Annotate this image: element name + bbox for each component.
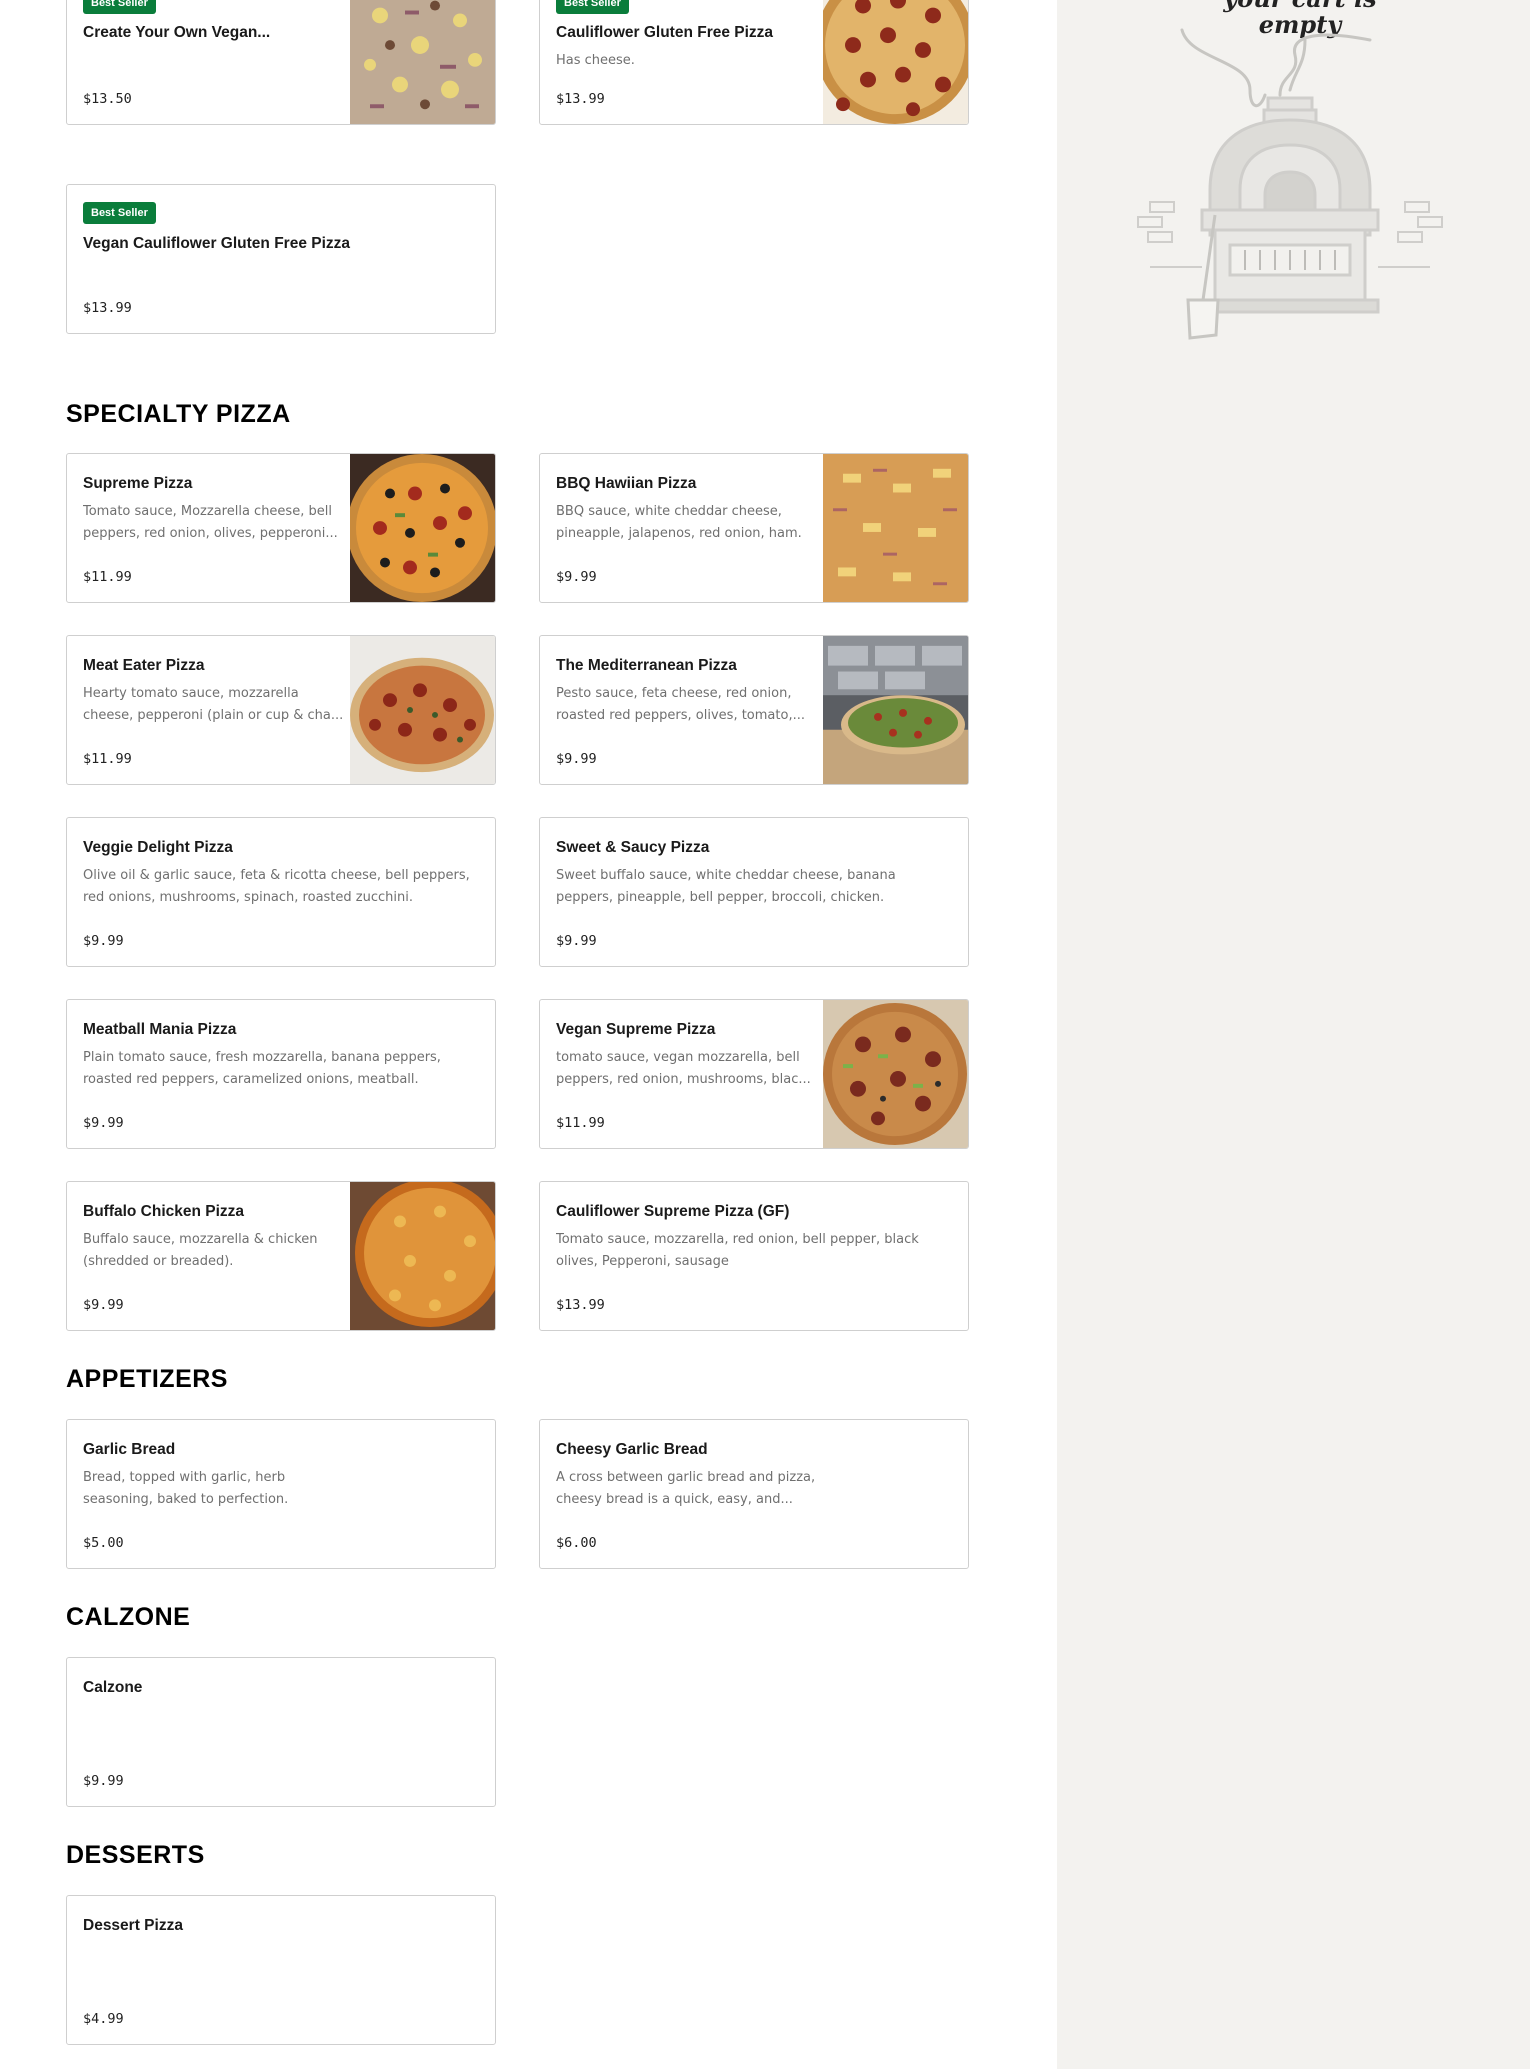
item-price: $5.00: [83, 1535, 124, 1551]
menu-item-card[interactable]: BBQ Hawiian Pizza BBQ sauce, white chedd…: [539, 453, 969, 603]
item-description: Plain tomato sauce, fresh mozzarella, ba…: [83, 1050, 441, 1087]
menu-item-card[interactable]: Cheesy Garlic Bread A cross between garl…: [539, 1419, 969, 1569]
item-name: The Mediterranean Pizza: [556, 657, 737, 674]
item-description: Hearty tomato sauce, mozzarella cheese, …: [83, 686, 344, 723]
menu-item-card[interactable]: Garlic Bread Bread, topped with garlic, …: [66, 1419, 496, 1569]
menu-item-card[interactable]: Veggie Delight Pizza Olive oil & garlic …: [66, 817, 496, 967]
menu-item-card[interactable]: Meatball Mania Pizza Plain tomato sauce,…: [66, 999, 496, 1149]
best-seller-badge: Best Seller: [83, 202, 156, 224]
menu-item-card[interactable]: Best Seller Create Your Own Vegan... $13…: [66, 0, 496, 125]
pizza-photo: [350, 454, 495, 602]
item-description: tomato sauce, vegan mozzarella, bell pep…: [556, 1050, 811, 1087]
menu-item-card[interactable]: Meat Eater Pizza Hearty tomato sauce, mo…: [66, 635, 496, 785]
item-price: $9.99: [556, 751, 597, 767]
item-price: $6.00: [556, 1535, 597, 1551]
menu-item-card[interactable]: Vegan Supreme Pizza tomato sauce, vegan …: [539, 999, 969, 1149]
menu-item-card[interactable]: Calzone $9.99: [66, 1657, 496, 1807]
pizza-photo: [823, 636, 968, 784]
best-seller-badge: Best Seller: [83, 0, 156, 14]
section-title-specialty-pizza: SPECIALTY PIZZA: [66, 400, 291, 428]
item-name: Buffalo Chicken Pizza: [83, 1203, 245, 1220]
item-description: Tomato sauce, Mozzarella cheese, bell pe…: [83, 504, 338, 541]
menu-item-card[interactable]: Buffalo Chicken Pizza Buffalo sauce, moz…: [66, 1181, 496, 1331]
item-price: $9.99: [83, 1773, 124, 1789]
section-title-desserts: DESSERTS: [66, 1841, 205, 1869]
item-name: BBQ Hawiian Pizza: [556, 475, 697, 492]
item-price: $11.99: [556, 1115, 605, 1131]
item-name: Meatball Mania Pizza: [83, 1021, 237, 1038]
item-description: Has cheese.: [556, 53, 635, 68]
item-name: Meat Eater Pizza: [83, 657, 205, 674]
item-price: $13.99: [556, 91, 605, 107]
item-price: $9.99: [83, 1297, 124, 1313]
item-name: Sweet & Saucy Pizza: [556, 839, 710, 856]
item-name: Supreme Pizza: [83, 475, 193, 492]
pizza-photo: [350, 636, 495, 784]
item-description: Olive oil & garlic sauce, feta & ricotta…: [83, 868, 470, 905]
item-price: $11.99: [83, 751, 132, 767]
item-description: BBQ sauce, white cheddar cheese, pineapp…: [556, 504, 802, 541]
pizza-photo: [350, 1182, 495, 1330]
item-name: Vegan Cauliflower Gluten Free Pizza: [83, 235, 351, 252]
item-name: Vegan Supreme Pizza: [556, 1021, 716, 1038]
item-description: Pesto sauce, feta cheese, red onion, roa…: [556, 686, 805, 723]
item-name: Create Your Own Vegan...: [83, 24, 271, 41]
item-description: A cross between garlic bread and pizza, …: [556, 1470, 816, 1507]
pizza-photo: [823, 1000, 968, 1148]
item-name: Veggie Delight Pizza: [83, 839, 233, 856]
section-title-appetizers: APPETIZERS: [66, 1365, 228, 1393]
menu-item-card[interactable]: Supreme Pizza Tomato sauce, Mozzarella c…: [66, 453, 496, 603]
item-price: $4.99: [83, 2011, 124, 2027]
best-seller-badge: Best Seller: [556, 0, 629, 14]
menu-column: Best Seller Create Your Own Vegan... $13…: [0, 0, 1057, 2069]
pizza-oven-illustration: [1137, 28, 1443, 340]
item-description: Sweet buffalo sauce, white cheddar chees…: [556, 868, 896, 905]
item-name: Cheesy Garlic Bread: [556, 1441, 708, 1458]
menu-item-card[interactable]: Best Seller Cauliflower Gluten Free Pizz…: [539, 0, 969, 125]
item-price: $9.99: [556, 933, 597, 949]
item-price: $9.99: [556, 569, 597, 585]
item-price: $11.99: [83, 569, 132, 585]
item-description: Tomato sauce, mozzarella, red onion, bel…: [556, 1232, 919, 1269]
section-title-calzone: CALZONE: [66, 1603, 191, 1631]
menu-item-card[interactable]: Dessert Pizza $4.99: [66, 1895, 496, 2045]
item-name: Cauliflower Gluten Free Pizza: [556, 24, 774, 41]
item-description: Bread, topped with garlic, herb seasonin…: [83, 1470, 289, 1507]
item-name: Calzone: [83, 1679, 143, 1696]
menu-item-card[interactable]: Sweet & Saucy Pizza Sweet buffalo sauce,…: [539, 817, 969, 967]
menu-item-card[interactable]: Cauliflower Supreme Pizza (GF) Tomato sa…: [539, 1181, 969, 1331]
item-name: Cauliflower Supreme Pizza (GF): [556, 1203, 790, 1220]
pizza-photo: [823, 0, 968, 124]
item-price: $9.99: [83, 933, 124, 949]
item-description: Buffalo sauce, mozzarella & chicken (shr…: [83, 1232, 318, 1269]
item-price: $9.99: [83, 1115, 124, 1131]
menu-item-card[interactable]: Best Seller Vegan Cauliflower Gluten Fre…: [66, 184, 496, 334]
item-price: $13.50: [83, 91, 132, 107]
pizza-photo: [823, 454, 968, 602]
item-price: $13.99: [83, 300, 132, 316]
item-name: Dessert Pizza: [83, 1917, 183, 1934]
item-price: $13.99: [556, 1297, 605, 1313]
menu-item-card[interactable]: The Mediterranean Pizza Pesto sauce, fet…: [539, 635, 969, 785]
pizza-photo: [350, 0, 495, 124]
item-name: Garlic Bread: [83, 1441, 176, 1458]
